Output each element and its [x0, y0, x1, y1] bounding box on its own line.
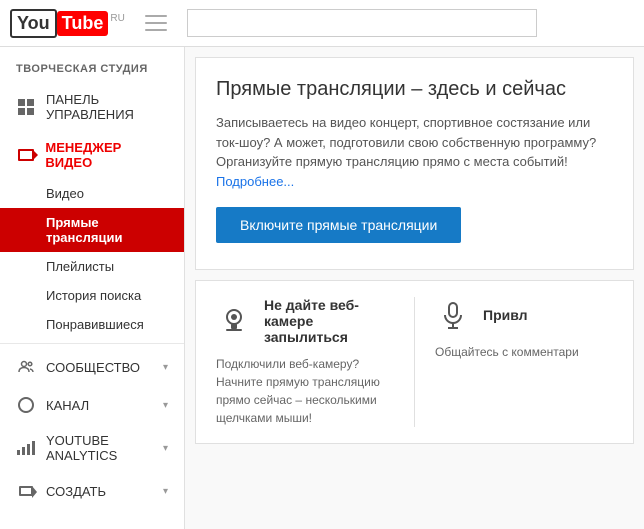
analytics-label: YOUTUBE ANALYTICS: [46, 433, 163, 463]
divider-1: [0, 343, 184, 344]
mic-card: Привл Общайтесь с комментари: [435, 297, 613, 427]
webcam-card-header: Не дайте веб-камере запылиться: [216, 297, 394, 345]
sidebar: ТВОРЧЕСКАЯ СТУДИЯ ПАНЕЛЬ УПРАВЛЕНИЯ МЕНЕ…: [0, 47, 185, 529]
creative-studio-title: ТВОРЧЕСКАЯ СТУДИЯ: [0, 47, 184, 83]
feature-cards: Не дайте веб-камере запылиться Подключил…: [195, 280, 634, 444]
channel-label: КАНАЛ: [46, 398, 163, 413]
mic-card-header: Привл: [435, 297, 613, 333]
channel-chevron: ▾: [163, 400, 168, 411]
hero-desc: Записываетесь на видео концерт, спортивн…: [216, 113, 613, 191]
sidebar-item-create[interactable]: СОЗДАТЬ ▾: [0, 472, 184, 510]
menu-icon[interactable]: [145, 15, 167, 31]
dashboard-label: ПАНЕЛЬ УПРАВЛЕНИЯ: [46, 92, 168, 122]
logo-ru: RU: [110, 13, 124, 24]
send-feedback-container: Отправить отзыв: [0, 510, 184, 529]
community-icon: [16, 357, 36, 377]
webcam-card: Не дайте веб-камере запылиться Подключил…: [216, 297, 415, 427]
hero-title: Прямые трансляции – здесь и сейчас: [216, 78, 613, 101]
dashboard-icon: [16, 97, 36, 117]
youtube-logo: YouTube RU: [10, 9, 125, 38]
sidebar-item-channel[interactable]: КАНАЛ ▾: [0, 386, 184, 424]
create-chevron: ▾: [163, 486, 168, 497]
webcam-desc: Подключили веб-камеру? Начните прямую тр…: [216, 355, 394, 427]
mic-icon: [435, 297, 471, 333]
header: YouTube RU: [0, 0, 644, 47]
sub-item-playlists[interactable]: Плейлисты: [0, 252, 184, 281]
video-manager-label: МЕНЕДЖЕР ВИДЕО: [45, 140, 168, 170]
hero-link[interactable]: Подробнее...: [216, 174, 294, 189]
sidebar-item-analytics[interactable]: YOUTUBE ANALYTICS ▾: [0, 424, 184, 472]
webcam-icon: [216, 303, 252, 339]
main-layout: ТВОРЧЕСКАЯ СТУДИЯ ПАНЕЛЬ УПРАВЛЕНИЯ МЕНЕ…: [0, 47, 644, 529]
sub-item-history[interactable]: История поиска: [0, 281, 184, 310]
sub-item-streams[interactable]: Прямые трансляции: [0, 208, 184, 252]
enable-streams-button[interactable]: Включите прямые трансляции: [216, 207, 461, 243]
hero-section: Прямые трансляции – здесь и сейчас Запис…: [195, 57, 634, 270]
logo-you: You: [10, 9, 57, 38]
logo-tube: Tube: [57, 11, 109, 36]
main-content: Прямые трансляции – здесь и сейчас Запис…: [185, 47, 644, 529]
analytics-chevron: ▾: [163, 443, 168, 454]
sidebar-item-community[interactable]: СООБЩЕСТВО ▾: [0, 348, 184, 386]
mic-title: Привл: [483, 307, 528, 323]
analytics-icon: [16, 438, 36, 458]
community-label: СООБЩЕСТВО: [46, 360, 163, 375]
sub-item-liked[interactable]: Понравившиеся: [0, 310, 184, 339]
mic-desc: Общайтесь с комментари: [435, 343, 613, 361]
create-label: СОЗДАТЬ: [46, 484, 163, 499]
create-icon: [16, 481, 36, 501]
sidebar-item-video-manager[interactable]: МЕНЕДЖЕР ВИДЕО: [0, 131, 184, 179]
sub-item-video[interactable]: Видео: [0, 179, 184, 208]
hero-desc-text: Записываетесь на видео концерт, спортивн…: [216, 115, 596, 169]
search-input[interactable]: [187, 9, 537, 37]
community-chevron: ▾: [163, 362, 168, 373]
video-manager-subitems: Видео Прямые трансляции Плейлисты Истори…: [0, 179, 184, 339]
sidebar-item-dashboard[interactable]: ПАНЕЛЬ УПРАВЛЕНИЯ: [0, 83, 184, 131]
video-manager-icon: [16, 145, 35, 165]
search-container: [187, 9, 537, 37]
webcam-title: Не дайте веб-камере запылиться: [264, 297, 394, 345]
channel-icon: [16, 395, 36, 415]
